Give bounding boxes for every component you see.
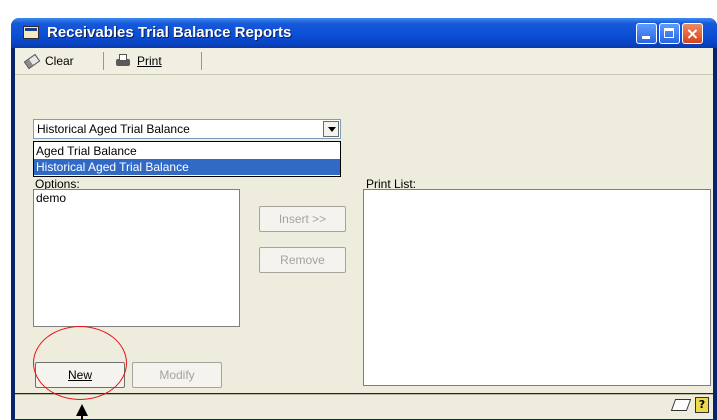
report-type-options-list: Aged Trial Balance Historical Aged Trial… bbox=[33, 141, 341, 177]
status-bar: ? bbox=[15, 394, 713, 419]
dropdown-option-aged-trial-balance[interactable]: Aged Trial Balance bbox=[34, 143, 340, 159]
eraser-icon bbox=[23, 53, 41, 69]
toolbar: Clear Print bbox=[15, 48, 713, 75]
close-icon: × bbox=[685, 24, 700, 43]
minimize-icon bbox=[642, 36, 650, 39]
printer-icon bbox=[115, 54, 131, 68]
window-title: Receivables Trial Balance Reports bbox=[47, 24, 292, 41]
title-bar[interactable]: Receivables Trial Balance Reports × bbox=[11, 18, 717, 48]
minimize-button[interactable] bbox=[636, 23, 657, 44]
annotation-arrow-shaft bbox=[81, 415, 83, 420]
clear-button[interactable]: Clear bbox=[23, 51, 74, 71]
report-type-dropdown[interactable]: Historical Aged Trial Balance bbox=[33, 119, 341, 139]
dropdown-option-historical-aged-trial-balance[interactable]: Historical Aged Trial Balance bbox=[34, 159, 340, 175]
report-window-icon bbox=[23, 26, 39, 39]
annotation-circle bbox=[33, 326, 127, 400]
insert-button[interactable]: Insert >> bbox=[259, 206, 346, 232]
print-button[interactable]: Print bbox=[115, 51, 162, 71]
options-listbox[interactable]: demo bbox=[33, 189, 240, 327]
close-button[interactable]: × bbox=[682, 23, 703, 44]
remove-button[interactable]: Remove bbox=[259, 247, 346, 273]
print-listbox[interactable] bbox=[363, 189, 711, 386]
maximize-icon bbox=[664, 28, 674, 38]
toolbar-divider bbox=[201, 52, 202, 70]
toolbar-divider bbox=[103, 52, 104, 70]
modify-button[interactable]: Modify bbox=[132, 362, 222, 388]
print-label: Print bbox=[137, 54, 162, 68]
help-icon[interactable]: ? bbox=[695, 397, 709, 413]
chevron-down-icon[interactable] bbox=[323, 121, 339, 137]
clear-label: Clear bbox=[45, 54, 74, 68]
note-icon[interactable] bbox=[670, 399, 692, 411]
maximize-button[interactable] bbox=[659, 23, 680, 44]
list-item[interactable]: demo bbox=[36, 191, 66, 205]
report-type-value: Historical Aged Trial Balance bbox=[37, 122, 190, 136]
